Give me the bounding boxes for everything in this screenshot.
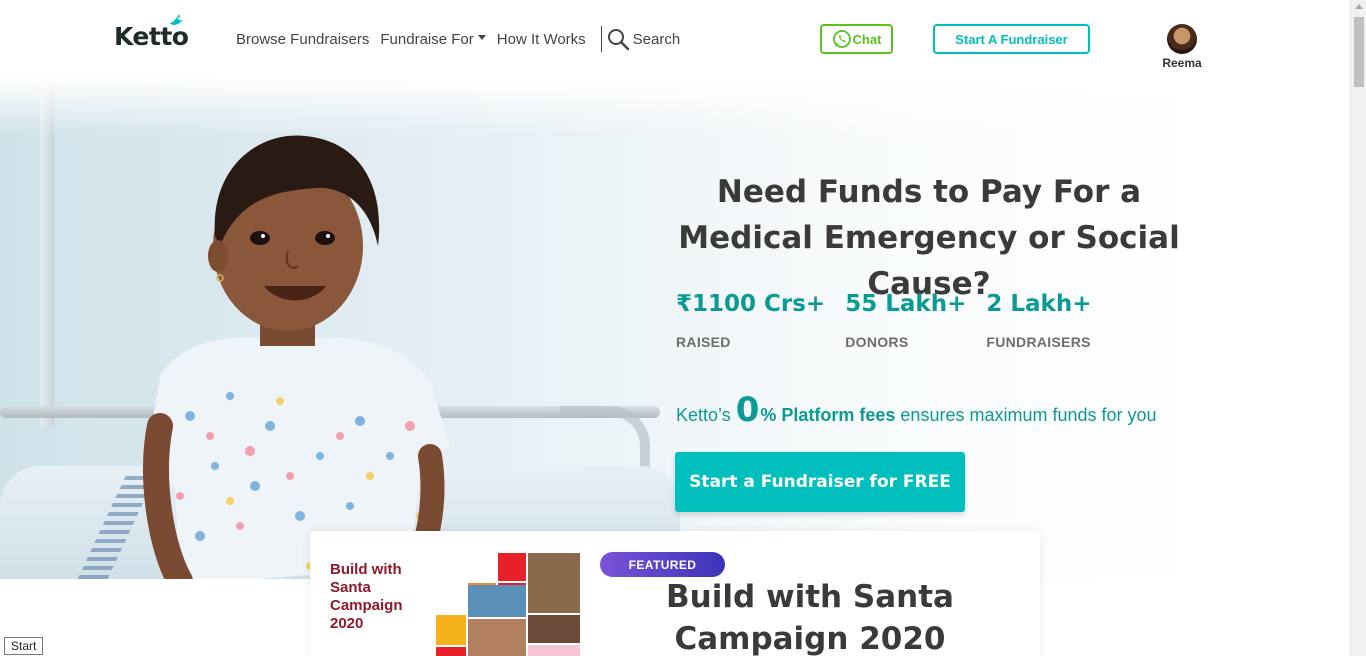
- caret-down-icon: [477, 35, 486, 41]
- scroll-up-arrow-icon[interactable]: [1355, 4, 1363, 9]
- user-menu[interactable]: Reema: [1157, 24, 1207, 70]
- site-header: Ketto Browse Fundraisers Fundraise For H…: [0, 0, 1350, 76]
- nav-fundraise-for[interactable]: Fundraise For: [380, 30, 486, 48]
- search-icon: [607, 29, 629, 51]
- featured-campaign-card[interactable]: Build with Santa Campaign 2020 FEATURED …: [310, 531, 1040, 656]
- stat-raised: ₹1100 Crs+ RAISED: [676, 291, 825, 350]
- start-tooltip: Start: [4, 637, 44, 655]
- image-tile: [528, 615, 580, 643]
- stat-label: FUNDRAISERS: [986, 334, 1091, 350]
- stat-value: ₹1100 Crs+: [676, 291, 826, 317]
- scrollbar-thumb[interactable]: [1354, 17, 1364, 87]
- start-a-fundraiser-button[interactable]: Start A Fundraiser: [933, 24, 1090, 54]
- campaign-title[interactable]: Build with Santa Campaign 2020: [650, 576, 970, 656]
- platform-fees-note: Ketto’s 0 % Platform fees ensures maximu…: [676, 390, 1157, 430]
- avatar: [1167, 24, 1197, 54]
- whatsapp-icon: [832, 30, 851, 48]
- search-button[interactable]: Search: [606, 27, 681, 51]
- hero-headline: Need Funds to Pay For a Medical Emergenc…: [678, 174, 1180, 302]
- stat-fundraisers: 2 Lakh+ FUNDRAISERS: [986, 291, 1091, 350]
- stat-donors: 55 Lakh+ DONORS: [845, 291, 966, 350]
- user-name: Reema: [1162, 56, 1202, 70]
- nav-fundraise-for-label: Fundraise For: [380, 30, 474, 48]
- image-tile: [468, 585, 526, 617]
- bird-logo-icon: [169, 14, 183, 25]
- image-tile: [468, 619, 526, 656]
- image-tile: [498, 553, 526, 581]
- fees-percent: % Platform fees: [760, 405, 896, 425]
- nav-browse-fundraisers[interactable]: Browse Fundraisers: [236, 31, 369, 48]
- fees-prefix: Ketto’s: [676, 405, 731, 425]
- stat-value: 55 Lakh+: [845, 291, 967, 317]
- nav-divider: [600, 26, 602, 52]
- chat-label: Chat: [852, 31, 882, 47]
- stat-label: RAISED: [676, 334, 731, 350]
- image-tile: [436, 615, 466, 645]
- start-fundraiser-free-button[interactable]: Start a Fundraiser for FREE: [675, 452, 965, 512]
- vertical-scrollbar[interactable]: [1350, 0, 1366, 656]
- image-tile: [528, 645, 580, 656]
- whatsapp-chat-button[interactable]: Chat: [820, 24, 893, 54]
- stat-label: DONORS: [845, 334, 909, 350]
- page: Ketto Browse Fundraisers Fundraise For H…: [0, 0, 1366, 656]
- fees-suffix: ensures maximum funds for you: [900, 405, 1157, 425]
- image-tile: [528, 553, 580, 613]
- search-label: Search: [632, 30, 681, 48]
- featured-badge: FEATURED: [600, 552, 725, 577]
- hero-section: Need Funds to Pay For a Medical Emergenc…: [0, 76, 1204, 579]
- fees-zero: 0: [735, 390, 760, 430]
- hero-stats: ₹1100 Crs+ RAISED 55 Lakh+ DONORS 2 Lakh…: [676, 291, 1112, 350]
- child-patient-image: [143, 135, 450, 579]
- nav-how-it-works[interactable]: How It Works: [497, 31, 586, 48]
- stat-value: 2 Lakh+: [986, 291, 1092, 317]
- main-nav: Browse Fundraisers Fundraise For How It …: [236, 26, 680, 52]
- campaign-image: Build with Santa Campaign 2020: [328, 553, 580, 656]
- image-tile: [436, 647, 466, 656]
- campaign-image-title: Build with Santa Campaign 2020: [330, 561, 403, 632]
